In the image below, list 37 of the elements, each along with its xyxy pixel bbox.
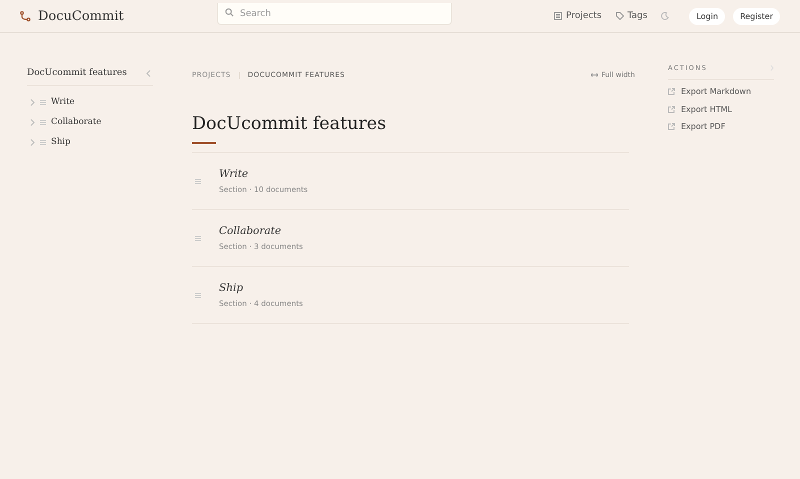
lines-icon [40,120,46,124]
chevron-icon[interactable] [30,98,35,106]
moon-icon[interactable] [661,12,670,20]
export-link[interactable]: Export PDF [668,118,774,136]
branch-icon [20,10,31,22]
arrows-icon [590,73,598,77]
auth-button[interactable]: Register [733,8,780,24]
title-underline [192,142,216,144]
sidebar-title: DocUcommit features [27,68,127,78]
external-link-icon [668,88,675,96]
search-icon [225,8,234,16]
lines-icon [40,100,46,104]
section-title: Ship [219,282,244,294]
export-link[interactable]: Export Markdown [668,83,774,100]
tree-item[interactable]: Ship [27,132,153,152]
book-icon [554,12,562,20]
section-title: Write [219,168,250,180]
collapse-icon[interactable] [146,70,151,76]
lines-icon [195,178,201,184]
tree-item[interactable]: Write [27,92,153,112]
chevron-icon[interactable] [30,118,35,126]
search-field[interactable]: Search [217,3,452,25]
export-link[interactable]: Export HTML [668,100,774,118]
external-link-icon [668,106,675,113]
nav-link[interactable]: Projects [554,11,602,21]
tag-icon [616,12,624,20]
lines-icon [40,140,46,144]
section-title: Collaborate [219,225,282,237]
chevron-icon[interactable] [30,138,35,146]
lines-icon [195,292,201,298]
auth-button[interactable]: Login [689,8,726,24]
tree-item[interactable]: Collaborate [27,112,153,132]
external-link-icon [668,123,675,130]
app-logo[interactable]: DocuCommit [38,8,124,24]
nav-link[interactable]: Tags [616,11,648,21]
lines-icon [195,236,201,240]
page-title: DocUcommit features [192,114,388,134]
